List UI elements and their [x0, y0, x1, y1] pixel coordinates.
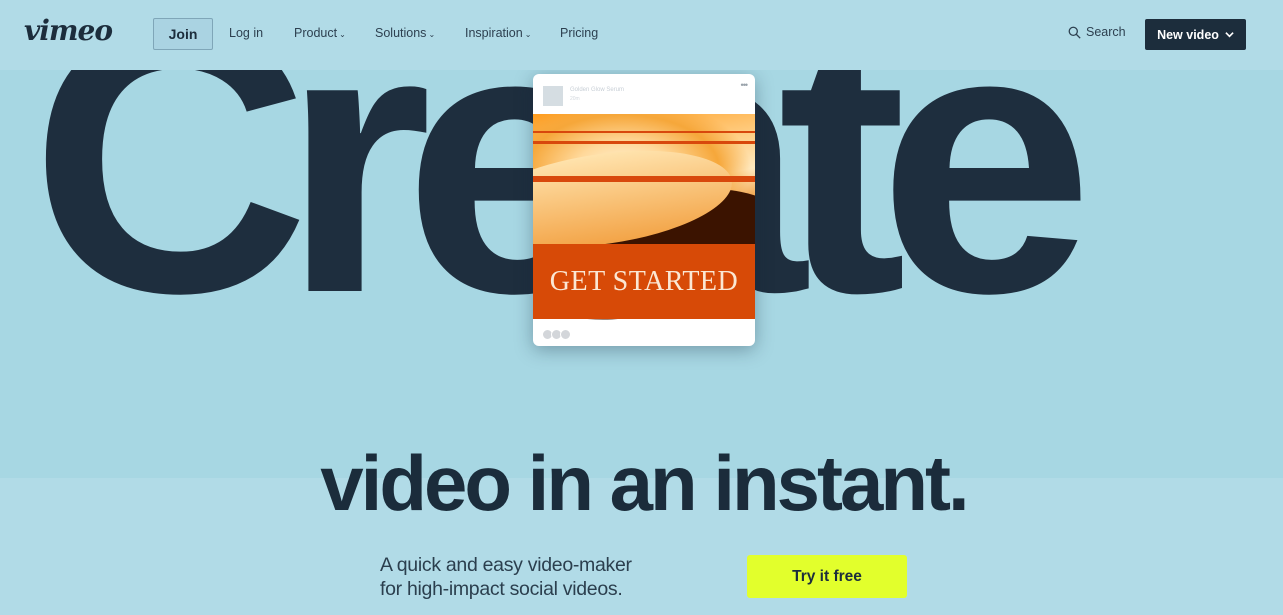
chevron-down-icon: ⌄ [428, 29, 436, 39]
reaction-icons [542, 329, 571, 340]
chevron-down-icon [1225, 32, 1234, 38]
new-video-label: New video [1157, 27, 1219, 42]
new-video-button[interactable]: New video [1145, 19, 1246, 50]
post-time: 20m [570, 96, 580, 102]
hero-description-line: for high-impact social videos. [380, 578, 623, 600]
ellipsis-icon[interactable]: ••• [741, 80, 749, 90]
chevron-down-icon: ⌄ [339, 29, 346, 39]
search-button[interactable]: Search [1068, 25, 1126, 39]
media-stripe [533, 131, 755, 133]
account-name: Golden Glow Serum [570, 87, 625, 93]
hero-description: A quick and easy video-maker for high-im… [380, 553, 632, 601]
nav-item-label: Inspiration [465, 26, 523, 40]
nav-item-label: Solutions [375, 26, 427, 40]
top-navigation: vimeo Join Log in Product ⌄ Solutions ⌄ … [0, 0, 1283, 70]
account-avatar [543, 86, 563, 106]
try-it-free-button[interactable]: Try it free [747, 555, 907, 598]
search-icon [1068, 26, 1081, 39]
login-link[interactable]: Log in [229, 26, 263, 40]
nav-item-product[interactable]: Product ⌄ [294, 26, 346, 40]
join-button[interactable]: Join [153, 18, 213, 50]
hero-subheadline: video in an instant. [320, 439, 969, 527]
card-banner-text: GET STARTED [533, 244, 755, 319]
media-stripe [533, 176, 755, 182]
nav-item-inspiration[interactable]: Inspiration ⌄ [465, 26, 531, 40]
nav-item-solutions[interactable]: Solutions ⌄ [375, 26, 435, 40]
hero-description-line: A quick and easy video-maker [380, 554, 632, 576]
reaction-icon [560, 329, 571, 340]
vimeo-logo[interactable]: vimeo [24, 14, 113, 47]
media-stripe [533, 141, 755, 144]
video-media [533, 114, 755, 342]
chevron-down-icon: ⌄ [524, 29, 532, 39]
search-label: Search [1086, 25, 1126, 39]
nav-item-label: Product [294, 26, 338, 40]
nav-item-label: Pricing [560, 26, 599, 40]
video-preview-card[interactable]: Golden Glow Serum 20m ••• GET STARTED [533, 74, 755, 346]
nav-item-pricing[interactable]: Pricing [560, 26, 598, 40]
login-label: Log in [229, 26, 264, 40]
